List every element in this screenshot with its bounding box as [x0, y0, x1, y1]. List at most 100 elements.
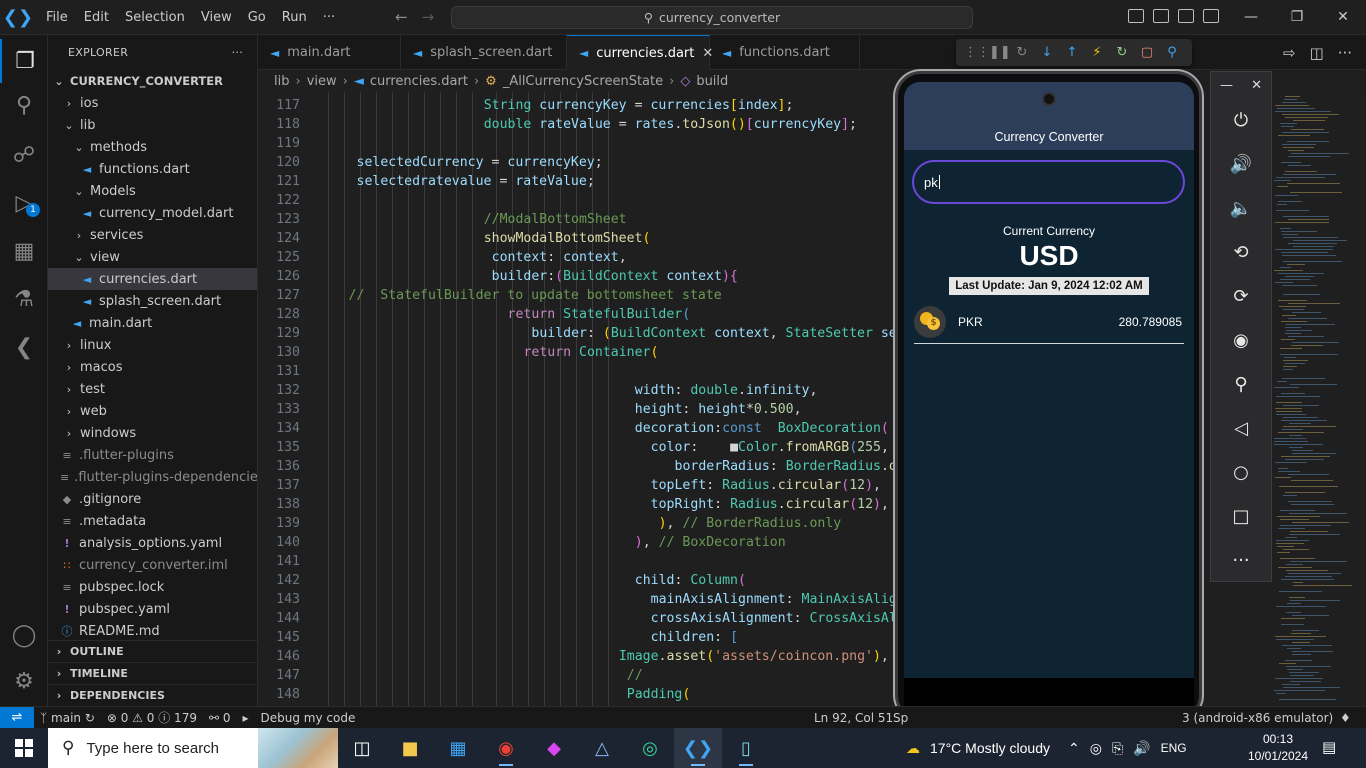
- restart-icon[interactable]: ↻: [1114, 45, 1130, 60]
- emulator-taskbar-icon[interactable]: ▯: [722, 728, 770, 768]
- command-center-search[interactable]: ⚲ currency_converter: [451, 6, 973, 29]
- emulator-minimize-icon[interactable]: —: [1220, 78, 1233, 93]
- tree-item-analysis-options-yaml[interactable]: ! analysis_options.yaml: [48, 532, 257, 554]
- dependencies-section[interactable]: › DEPENDENCIES: [48, 684, 257, 706]
- volume-up-icon[interactable]: 🔊: [1211, 142, 1271, 186]
- currency-search-input[interactable]: pk: [912, 160, 1185, 204]
- weather-text[interactable]: 17°C Mostly cloudy: [930, 740, 1050, 756]
- tree-item-pubspec-lock[interactable]: ≡ pubspec.lock: [48, 576, 257, 598]
- menu-more[interactable]: ···: [315, 10, 343, 25]
- volume-down-icon[interactable]: 🔈: [1211, 186, 1271, 230]
- split-editor-icon[interactable]: ◫: [1310, 44, 1324, 62]
- step-into-icon[interactable]: ↓: [1039, 45, 1055, 60]
- keyboard-lang[interactable]: ENG: [1161, 741, 1187, 755]
- menu-view[interactable]: View: [193, 10, 240, 25]
- back-arrow-icon[interactable]: ←: [395, 8, 408, 26]
- search-view-icon[interactable]: ⚲: [0, 83, 48, 127]
- network-icon[interactable]: ⎘: [1112, 740, 1123, 757]
- open-device-icon[interactable]: ⇨: [1283, 44, 1296, 62]
- overview-square-icon[interactable]: □: [1211, 494, 1271, 538]
- ports-count[interactable]: ⚯ 0: [203, 711, 237, 725]
- tree-item-test[interactable]: › test: [48, 378, 257, 400]
- microsoft-store-icon[interactable]: ▦: [434, 728, 482, 768]
- power-icon[interactable]: ⏻: [1211, 98, 1271, 142]
- close-window-button[interactable]: ✕: [1320, 0, 1366, 35]
- tree-item-main-dart[interactable]: ◄ main.dart: [48, 312, 257, 334]
- project-root[interactable]: ⌄ CURRENCY_CONVERTER: [48, 70, 257, 92]
- tab-splash-screen-dart[interactable]: ◄ splash_screen.dart: [401, 35, 567, 70]
- testing-icon[interactable]: ⚗: [0, 277, 48, 321]
- git-branch[interactable]: ᛉ main ↻: [34, 711, 101, 725]
- volume-icon[interactable]: 🔊: [1133, 740, 1150, 757]
- minimize-button[interactable]: —: [1228, 0, 1274, 35]
- currency-rate-row[interactable]: PKR 280.789085: [914, 300, 1184, 344]
- indentation-fragment[interactable]: Sp: [887, 711, 914, 725]
- remote-indicator-icon[interactable]: ⇌: [0, 706, 34, 729]
- accounts-icon[interactable]: ◯: [0, 613, 48, 657]
- tab-main-dart[interactable]: ◄ main.dart: [258, 35, 401, 70]
- tab-functions-dart[interactable]: ◄ functions.dart: [710, 35, 860, 70]
- notifications-bell-icon[interactable]: ♦: [1334, 711, 1357, 725]
- chrome-icon[interactable]: ◉: [482, 728, 530, 768]
- tree-item-methods[interactable]: ⌄ methods: [48, 136, 257, 158]
- run-debug-icon[interactable]: ▷ 1: [0, 181, 48, 225]
- tree-item-view[interactable]: ⌄ view: [48, 246, 257, 268]
- tree-item-flutter-plugins[interactable]: ≡ .flutter-plugins: [48, 444, 257, 466]
- timeline-section[interactable]: › TIMELINE: [48, 662, 257, 684]
- cursor-position[interactable]: Ln 92, Col 51: [808, 711, 899, 725]
- screenshot-camera-icon[interactable]: ◉: [1211, 318, 1271, 362]
- tree-item-pubspec-yaml[interactable]: ! pubspec.yaml: [48, 598, 257, 620]
- tree-item-services[interactable]: › services: [48, 224, 257, 246]
- menu-edit[interactable]: Edit: [76, 10, 117, 25]
- problems-count[interactable]: ⊗ 0 ⚠ 0 ⓘ 179: [101, 709, 203, 726]
- manage-gear-icon[interactable]: ⚙: [0, 659, 48, 703]
- menu-run[interactable]: Run: [274, 10, 315, 25]
- code-editor[interactable]: 117 String currencyKey = currencies[index…: [258, 92, 898, 706]
- tree-item-splash-screen-dart[interactable]: ◄ splash_screen.dart: [48, 290, 257, 312]
- breadcrumb-method[interactable]: build: [696, 74, 728, 89]
- tree-item-models[interactable]: ⌄ Models: [48, 180, 257, 202]
- tree-item-metadata[interactable]: ≡ .metadata: [48, 510, 257, 532]
- menu-go[interactable]: Go: [240, 10, 274, 25]
- pause-icon[interactable]: ❚❚: [989, 45, 1011, 60]
- device-selector[interactable]: 3 (android-x86 emulator): [1176, 711, 1339, 725]
- taskbar-clock[interactable]: 00:13 10/01/2024: [1246, 731, 1310, 765]
- stop-icon[interactable]: ▢: [1139, 45, 1155, 60]
- debug-config[interactable]: Debug my code: [255, 711, 362, 725]
- menu-file[interactable]: File: [38, 10, 76, 25]
- tree-item-currency-model-dart[interactable]: ◄ currency_model.dart: [48, 202, 257, 224]
- restore-button[interactable]: ❐: [1274, 0, 1320, 35]
- explorer-more-button[interactable]: ···: [232, 46, 243, 59]
- drag-handle-icon[interactable]: ⋮⋮: [964, 45, 990, 60]
- flutter-icon[interactable]: ❮: [0, 325, 48, 369]
- hot-reload-icon[interactable]: ⚡: [1089, 45, 1105, 60]
- breadcrumb-view[interactable]: view: [307, 74, 337, 89]
- file-explorer-icon[interactable]: ■: [386, 728, 434, 768]
- tree-item-lib[interactable]: ⌄ lib: [48, 114, 257, 136]
- step-over-icon[interactable]: ↻: [1014, 45, 1030, 60]
- vscode-taskbar-icon[interactable]: ❮❯: [674, 728, 722, 768]
- tree-item-windows[interactable]: › windows: [48, 422, 257, 444]
- task-view-icon[interactable]: ◫: [338, 728, 386, 768]
- tray-chevron-up-icon[interactable]: ⌃: [1068, 740, 1080, 757]
- outline-section[interactable]: › OUTLINE: [48, 640, 257, 662]
- tab-currencies-dart[interactable]: ◄ currencies.dart ✕: [567, 35, 713, 70]
- windows-start-icon[interactable]: [0, 728, 48, 768]
- tree-item-currencies-dart[interactable]: ◄ currencies.dart: [48, 268, 257, 290]
- breadcrumb-file[interactable]: currencies.dart: [370, 74, 468, 89]
- taskbar-search[interactable]: ⚲ Type here to search: [48, 728, 338, 768]
- rotate-right-icon[interactable]: ⟳: [1211, 274, 1271, 318]
- home-circle-icon[interactable]: ○: [1211, 450, 1271, 494]
- tree-item-readme-md[interactable]: ⓘ README.md: [48, 620, 257, 642]
- breadcrumb-lib[interactable]: lib: [274, 74, 289, 89]
- rotate-left-icon[interactable]: ⟲: [1211, 230, 1271, 274]
- back-triangle-icon[interactable]: ◁: [1211, 406, 1271, 450]
- forward-arrow-icon[interactable]: →: [422, 8, 435, 26]
- customize-layout-icon[interactable]: [1203, 9, 1219, 23]
- extensions-icon[interactable]: ▦: [0, 229, 48, 273]
- tree-item-macos[interactable]: › macos: [48, 356, 257, 378]
- toggle-panel-icon[interactable]: [1153, 9, 1169, 23]
- action-center-icon[interactable]: ▤: [1322, 738, 1336, 756]
- copilot-app-icon[interactable]: △: [578, 728, 626, 768]
- edge-icon[interactable]: ◎: [626, 728, 674, 768]
